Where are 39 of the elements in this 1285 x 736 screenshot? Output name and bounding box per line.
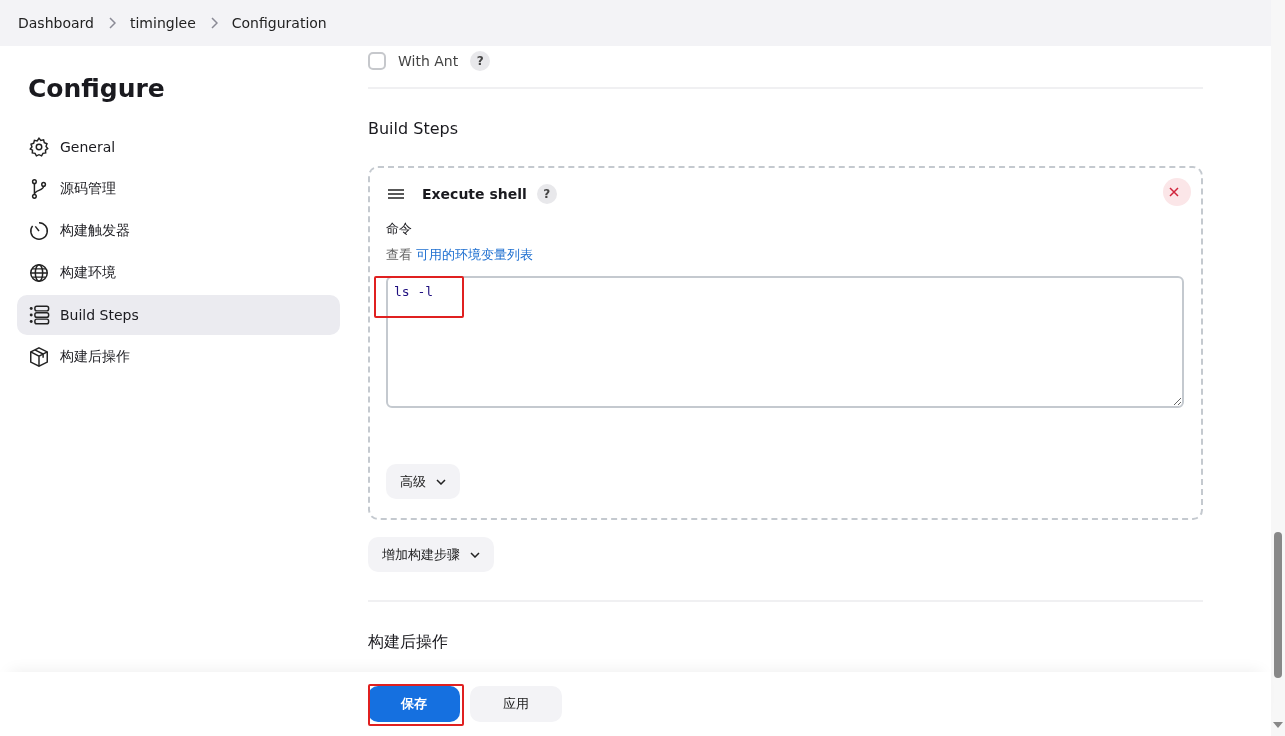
advanced-dropdown-button[interactable]: 高级	[386, 464, 460, 499]
apply-button[interactable]: 应用	[470, 686, 562, 722]
page-title: Configure	[28, 74, 166, 103]
drag-handle-icon[interactable]	[388, 189, 404, 199]
save-button[interactable]: 保存	[368, 686, 460, 722]
scroll-down-arrow-icon[interactable]	[1273, 722, 1283, 728]
add-build-step-button[interactable]: 增加构建步骤	[368, 537, 494, 572]
env-vars-link[interactable]: 可用的环境变量列表	[416, 247, 534, 262]
close-button[interactable]	[1163, 178, 1191, 206]
sidebar-item[interactable]: 构建环境	[17, 253, 340, 293]
settings-icon	[28, 136, 50, 158]
checkbox-label: With Ant	[398, 53, 459, 69]
breadcrumb-link[interactable]: Configuration	[231, 15, 327, 31]
timer-icon	[28, 220, 50, 242]
list-icon	[28, 304, 50, 326]
package-icon	[28, 346, 50, 368]
help-button[interactable]: ?	[536, 184, 557, 204]
sidebar-item[interactable]: 构建后操作	[17, 337, 340, 377]
scrollbar-thumb[interactable]	[1274, 532, 1282, 678]
help-button[interactable]: ?	[470, 51, 491, 71]
section-heading: 构建后操作	[368, 632, 449, 653]
field-label: 命令	[386, 220, 413, 238]
breadcrumb-link[interactable]: timinglee	[129, 15, 196, 31]
step-title: Execute shell	[422, 186, 527, 202]
close-icon	[1169, 187, 1179, 197]
sidebar-item[interactable]: 构建触发器	[17, 211, 340, 251]
chevron-down-icon	[470, 551, 480, 558]
hint-text: 查看	[386, 247, 412, 262]
globe-icon	[28, 262, 50, 284]
checkbox[interactable]	[368, 52, 386, 70]
sidebar-item[interactable]: Build Steps	[17, 295, 340, 335]
section-heading: Build Steps	[368, 119, 459, 138]
breadcrumb-link[interactable]: Dashboard	[18, 15, 94, 31]
chevron-right-icon	[107, 17, 116, 29]
chevron-right-icon	[209, 17, 218, 29]
chevron-down-icon	[436, 478, 446, 485]
sidebar-item[interactable]: 源码管理	[17, 169, 340, 209]
sidebar-item[interactable]: General	[17, 127, 340, 167]
command-input-field[interactable]: ls -l	[386, 276, 1184, 408]
